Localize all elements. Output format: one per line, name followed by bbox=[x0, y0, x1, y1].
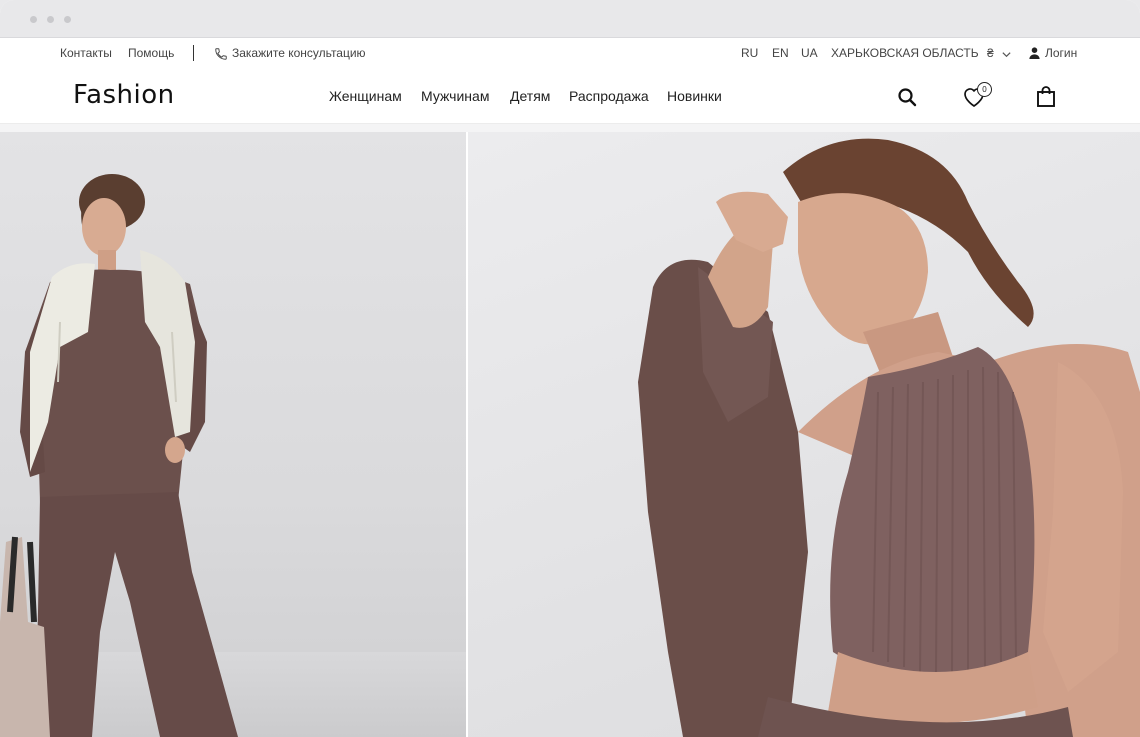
menu-men[interactable]: Мужчинам bbox=[421, 88, 489, 104]
bag-icon[interactable] bbox=[1036, 85, 1056, 108]
browser-window: Контакты Помощь Закажите консультацию RU… bbox=[0, 0, 1140, 737]
lang-ua[interactable]: UA bbox=[801, 46, 818, 60]
lang-en[interactable]: EN bbox=[772, 46, 789, 60]
window-dot bbox=[47, 16, 54, 23]
hero-image-left[interactable] bbox=[0, 132, 466, 737]
login-link[interactable]: Логин bbox=[1045, 46, 1077, 60]
window-dot bbox=[64, 16, 71, 23]
window-titlebar bbox=[0, 0, 1140, 38]
currency-selector[interactable]: ₴ bbox=[987, 46, 994, 60]
logo[interactable]: Fashion bbox=[73, 80, 175, 110]
help-link[interactable]: Помощь bbox=[128, 46, 174, 60]
user-icon bbox=[1029, 47, 1040, 60]
model-standing-illustration bbox=[0, 174, 466, 737]
menu-kids[interactable]: Детям bbox=[510, 88, 550, 104]
consultation-link[interactable]: Закажите консультацию bbox=[232, 46, 366, 60]
favorites-count-badge: 0 bbox=[977, 82, 992, 97]
lang-ru[interactable]: RU bbox=[741, 46, 758, 60]
top-utility-bar: Контакты Помощь Закажите консультацию RU… bbox=[0, 38, 1140, 70]
menu-sale[interactable]: Распродажа bbox=[569, 88, 649, 104]
phone-icon bbox=[215, 48, 227, 60]
chevron-down-icon[interactable] bbox=[1001, 49, 1012, 60]
hero-image-right[interactable] bbox=[468, 132, 1140, 737]
window-dot bbox=[30, 16, 37, 23]
header-divider bbox=[0, 124, 1140, 132]
menu-women[interactable]: Женщинам bbox=[329, 88, 402, 104]
menu-new[interactable]: Новинки bbox=[667, 88, 722, 104]
divider bbox=[193, 45, 194, 61]
contacts-link[interactable]: Контакты bbox=[60, 46, 112, 60]
search-icon[interactable] bbox=[897, 87, 917, 107]
model-closeup-illustration bbox=[638, 138, 1140, 737]
region-selector[interactable]: ХАРЬКОВСКАЯ ОБЛАСТЬ bbox=[831, 46, 979, 60]
main-header: Fashion Женщинам Мужчинам Детям Распрода… bbox=[0, 70, 1140, 124]
